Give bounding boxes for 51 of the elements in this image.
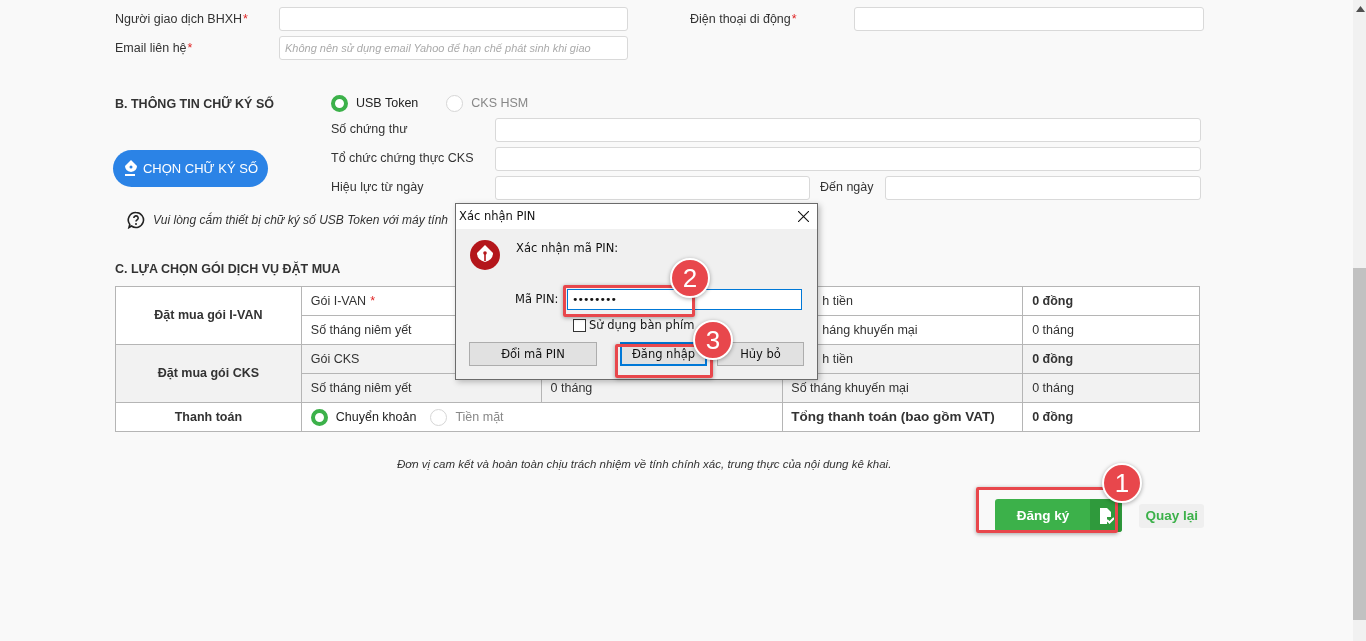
note-text: Vui lòng cắm thiết bị chữ ký số USB Token với máy tính (153, 211, 448, 229)
radio-button[interactable] (430, 408, 448, 426)
scrollbar-thumb[interactable] (1353, 268, 1366, 620)
email-field[interactable]: Không nên sử dụng email Yahoo để hạn chế phát sinh khi giao (279, 36, 628, 60)
radio-button[interactable] (331, 94, 348, 112)
input-field[interactable] (854, 7, 1204, 31)
radio-label: USB Token (356, 94, 419, 112)
choose-signature-button[interactable]: CHỌN CHỮ KÝ SỐ (113, 149, 268, 187)
table-cell: 0 đồng (1022, 402, 1200, 432)
radio-label: Chuyển khoản (335, 408, 417, 426)
radio-button[interactable] (446, 94, 464, 112)
checkbox-label: Sử dụng bàn phím (589, 317, 695, 334)
help-icon (127, 211, 145, 229)
dialog-button[interactable]: Đổi mã PIN (469, 342, 597, 367)
radio-button[interactable] (310, 408, 328, 426)
document-check-icon (1098, 506, 1115, 525)
table-cell: Thanh toán (115, 402, 302, 432)
section-title: B. THÔNG TIN CHỮ KÝ SỐ (115, 95, 275, 113)
table-cell: 0 tháng (1022, 373, 1200, 403)
table-cell: 0 tháng (1022, 315, 1200, 345)
step-badge: 1 (1102, 463, 1142, 503)
field-label: Đến ngày (820, 179, 875, 197)
field-label: Hiệu lực từ ngày (331, 179, 425, 197)
field-label: Tổ chức chứng thực CKS (331, 150, 475, 168)
field-label: Người giao dịch BHXH* (115, 10, 249, 28)
commitment-text: Đơn vị cam kết và hoàn toàn chịu trách nhiệm về tính chính xác, trung thực của nội dung kê khai. (397, 457, 893, 472)
input-field[interactable] (495, 175, 810, 200)
input-field[interactable] (885, 175, 1201, 200)
table-cell: Đặt mua gói CKS (115, 344, 302, 403)
pin-field[interactable]: •••••••• (567, 289, 802, 310)
field-label: Số chứng thư (331, 121, 409, 139)
close-icon[interactable] (798, 211, 809, 222)
field-label: Email liên hệ* (115, 39, 194, 57)
scroll-up-icon[interactable] (1356, 6, 1365, 12)
input-field[interactable] (495, 117, 1201, 142)
input-field[interactable] (495, 146, 1201, 171)
field-label: Điện thoại di động* (690, 10, 798, 28)
section-title: C. LỰA CHỌN GÓI DỊCH VỤ ĐẶT MUA (115, 260, 342, 276)
seal-icon (469, 239, 501, 271)
dialog-title: Xác nhận PIN (459, 207, 536, 225)
radio-label: Tiền mặt (455, 408, 504, 426)
dialog-prompt: Xác nhận mã PIN: (516, 240, 619, 257)
checkbox[interactable] (573, 319, 586, 333)
input-field[interactable] (279, 7, 628, 31)
pen-nib-icon (122, 159, 139, 178)
table-cell: Đặt mua gói I-VAN (115, 286, 302, 345)
table-cell: Tổng thanh toán (bao gồm VAT) (782, 402, 1023, 432)
radio-label: CKS HSM (471, 94, 529, 112)
table-cell: 0 đồng (1022, 344, 1200, 374)
table-cell: 0 đồng (1022, 286, 1200, 316)
scrollbar[interactable] (1353, 0, 1366, 641)
